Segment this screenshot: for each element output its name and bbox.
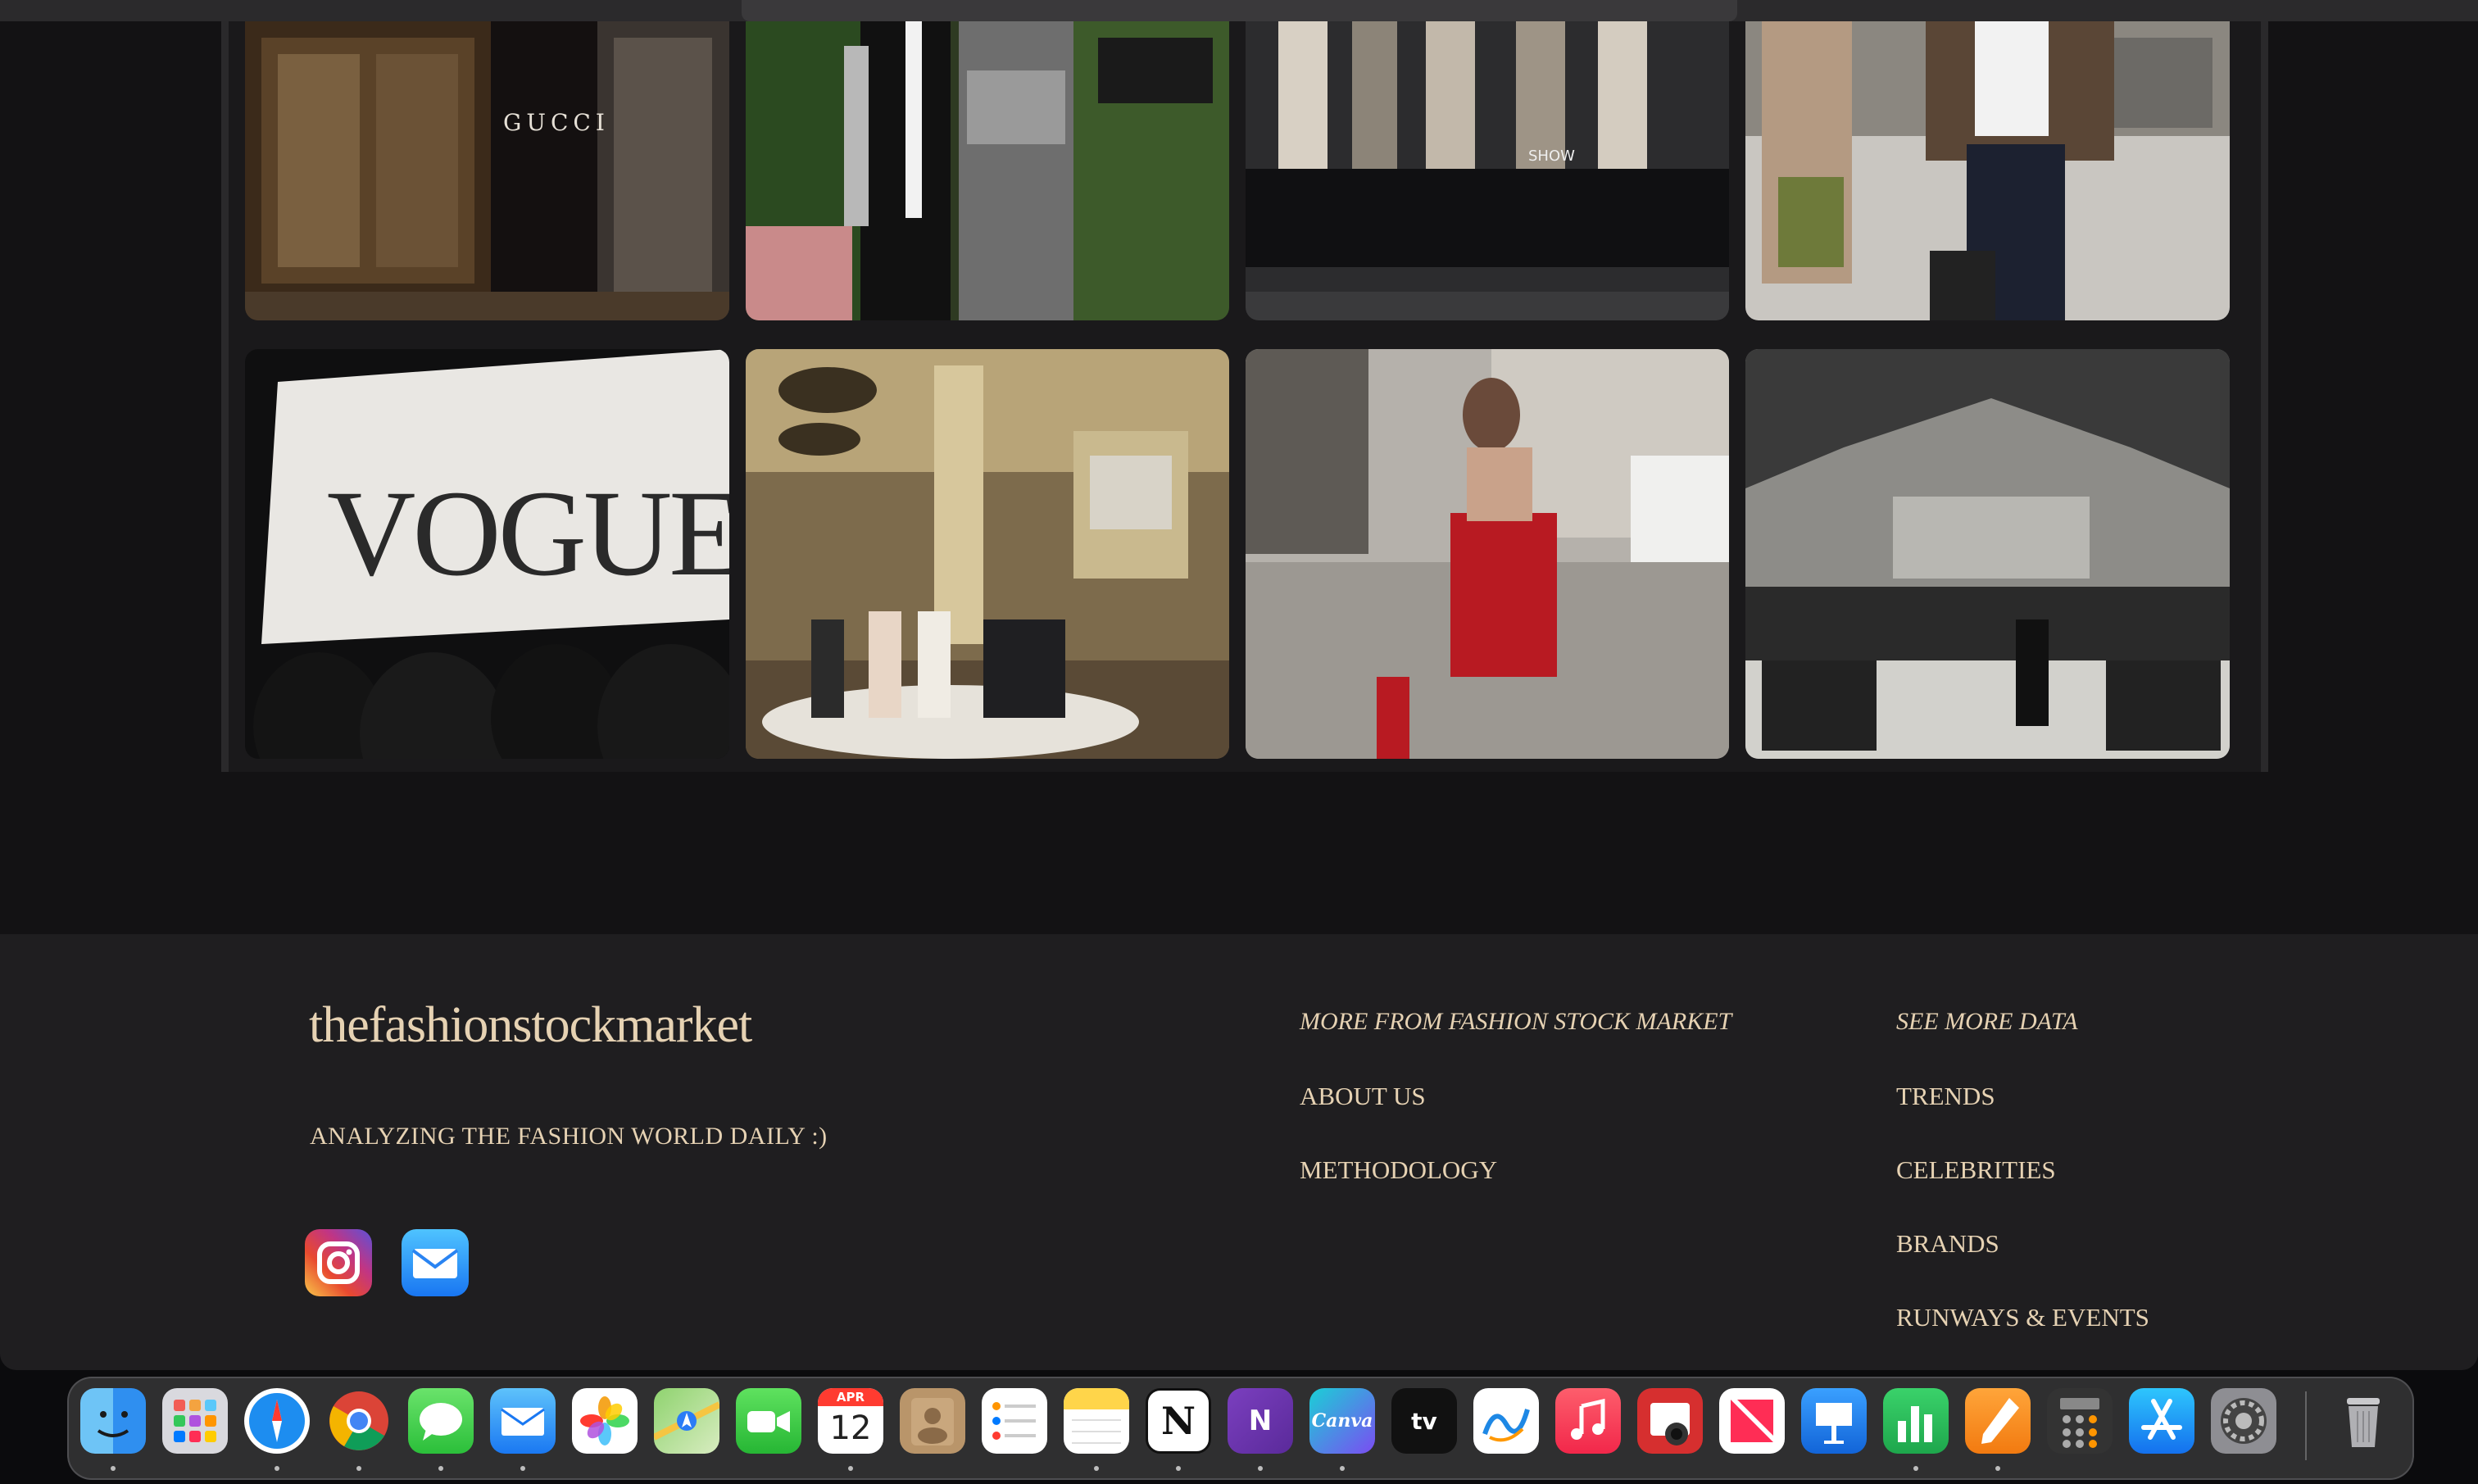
dock-separator	[2305, 1391, 2307, 1460]
browser-window: GUCCI SHOW VOGUE thefashionstockmarket A…	[0, 0, 2478, 1370]
footer-heading-more: MORE FROM FASHION STOCK MARKET	[1300, 1008, 1732, 1035]
launchpad-icon[interactable]	[162, 1388, 228, 1454]
mail-running-dot	[520, 1466, 525, 1471]
onenote-icon[interactable]: N	[1228, 1388, 1293, 1454]
mail-app-icon[interactable]	[490, 1388, 556, 1454]
photos-icon[interactable]	[572, 1388, 638, 1454]
canva-running-dot	[1340, 1466, 1345, 1471]
numbers-icon[interactable]	[1883, 1388, 1949, 1454]
footer-brand-logo[interactable]: thefashionstockmarket	[309, 996, 752, 1055]
chrome-icon[interactable]	[326, 1388, 392, 1454]
gucci-sign-text: GUCCI	[503, 109, 610, 136]
notion-glyph: N	[1160, 1399, 1196, 1443]
street-style-jacket-photo	[1745, 21, 2230, 320]
finder-icon[interactable]	[80, 1388, 146, 1454]
gallery-tile-eiffel-runway[interactable]	[1745, 349, 2230, 759]
notion-icon[interactable]: N	[1146, 1388, 1211, 1454]
calendar-icon[interactable]: APR 12	[818, 1388, 883, 1454]
footer-heading-see-more-data: SEE MORE DATA	[1896, 1008, 2078, 1035]
gucci-storefront-photo: GUCCI	[245, 21, 729, 320]
calendar-day: 12	[829, 1409, 872, 1447]
canva-icon[interactable]: Canva	[1309, 1388, 1375, 1454]
pages-icon[interactable]	[1965, 1388, 2031, 1454]
calendar-month: APR	[818, 1388, 883, 1406]
safari-icon[interactable]	[244, 1388, 310, 1454]
photo-booth-icon[interactable]	[1637, 1388, 1703, 1454]
onenote-running-dot	[1258, 1466, 1263, 1471]
trash-icon[interactable]	[2330, 1388, 2396, 1454]
messages-icon[interactable]	[408, 1388, 474, 1454]
footer-link-brands[interactable]: BRANDS	[1896, 1229, 1999, 1259]
footer-link-trends[interactable]: TRENDS	[1896, 1082, 1995, 1111]
runway-laptop-photo: SHOW	[1246, 21, 1729, 320]
mail-icon[interactable]	[402, 1229, 469, 1296]
red-dress-photo	[1246, 349, 1729, 759]
messages-running-dot	[438, 1466, 443, 1471]
instagram-icon[interactable]	[305, 1229, 372, 1296]
music-icon[interactable]	[1555, 1388, 1621, 1454]
facetime-icon[interactable]	[736, 1388, 801, 1454]
met-gala-photo	[746, 21, 1229, 320]
vogue-wordmark: VOGUE	[327, 465, 729, 601]
footer-link-about-us[interactable]: ABOUT US	[1300, 1082, 1426, 1111]
system-settings-icon[interactable]	[2211, 1388, 2276, 1454]
notes-icon[interactable]	[1064, 1388, 1129, 1454]
footer-link-methodology[interactable]: METHODOLOGY	[1300, 1155, 1497, 1185]
browser-top-edge	[0, 0, 2478, 21]
gallery-tile-runway-laptop[interactable]: SHOW	[1246, 21, 1729, 320]
calculator-icon[interactable]	[2047, 1388, 2113, 1454]
finder-running-dot	[111, 1466, 116, 1471]
numbers-running-dot	[1913, 1466, 1918, 1471]
apple-tv-icon[interactable]: tv	[1391, 1388, 1457, 1454]
keynote-icon[interactable]	[1801, 1388, 1867, 1454]
gallery-tile-dior-exhibit[interactable]	[746, 349, 1229, 759]
maps-icon[interactable]	[654, 1388, 719, 1454]
chrome-running-dot	[356, 1466, 361, 1471]
footer-link-celebrities[interactable]: CELEBRITIES	[1896, 1155, 2056, 1185]
gallery-tile-gucci-storefront[interactable]: GUCCI	[245, 21, 729, 320]
onenote-glyph: N	[1248, 1405, 1273, 1437]
canva-glyph: Canva	[1311, 1410, 1373, 1432]
pages-running-dot	[1995, 1466, 2000, 1471]
footer-tagline: ANALYZING THE FASHION WORLD DAILY :)	[310, 1123, 828, 1150]
notion-running-dot	[1176, 1466, 1181, 1471]
apple-tv-glyph: tv	[1411, 1407, 1437, 1435]
gallery-tile-street-style-jacket[interactable]	[1745, 21, 2230, 320]
calendar-running-dot	[848, 1466, 853, 1471]
reminders-icon[interactable]	[982, 1388, 1047, 1454]
gallery-tile-vogue-mexico[interactable]: VOGUE	[245, 349, 729, 759]
safari-running-dot	[275, 1466, 279, 1471]
contacts-icon[interactable]	[900, 1388, 965, 1454]
app-store-icon[interactable]	[2129, 1388, 2194, 1454]
freeform-icon[interactable]	[1473, 1388, 1539, 1454]
eiffel-runway-photo	[1745, 349, 2230, 759]
notes-running-dot	[1094, 1466, 1099, 1471]
address-bar-edge[interactable]	[742, 0, 1737, 21]
news-icon[interactable]	[1719, 1388, 1785, 1454]
gallery-tile-met-gala[interactable]	[746, 21, 1229, 320]
dior-exhibit-photo	[746, 349, 1229, 759]
vogue-mexico-photo: VOGUE	[245, 349, 729, 759]
footer-link-runways-events[interactable]: RUNWAYS & EVENTS	[1896, 1303, 2149, 1332]
laptop-screen-text: SHOW	[1528, 147, 1575, 165]
gallery-tile-red-dress[interactable]	[1246, 349, 1729, 759]
